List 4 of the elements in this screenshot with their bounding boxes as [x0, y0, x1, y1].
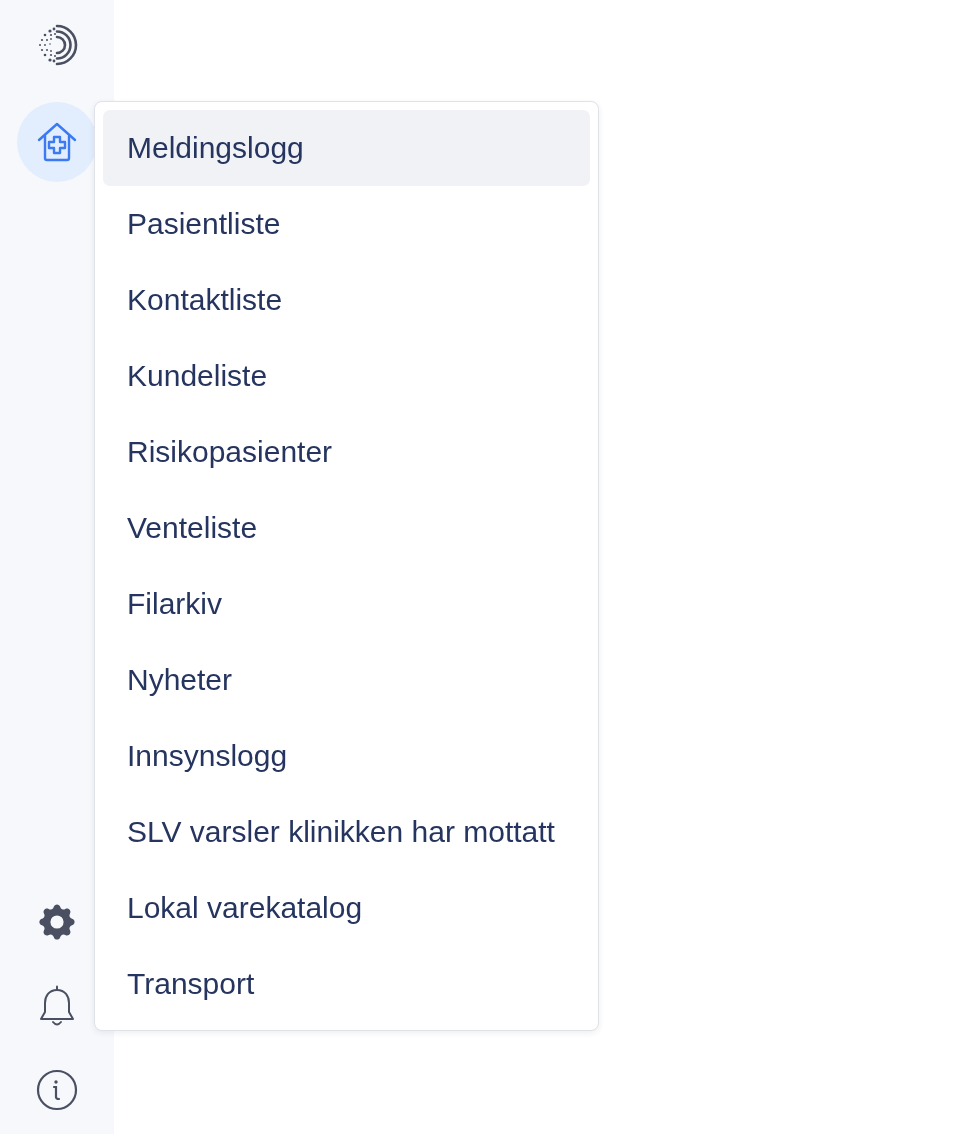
notification-bell-icon[interactable]	[38, 985, 76, 1027]
house-plus-icon	[36, 121, 78, 163]
menu-item[interactable]: Meldingslogg	[103, 110, 590, 186]
info-icon[interactable]	[36, 1069, 78, 1111]
